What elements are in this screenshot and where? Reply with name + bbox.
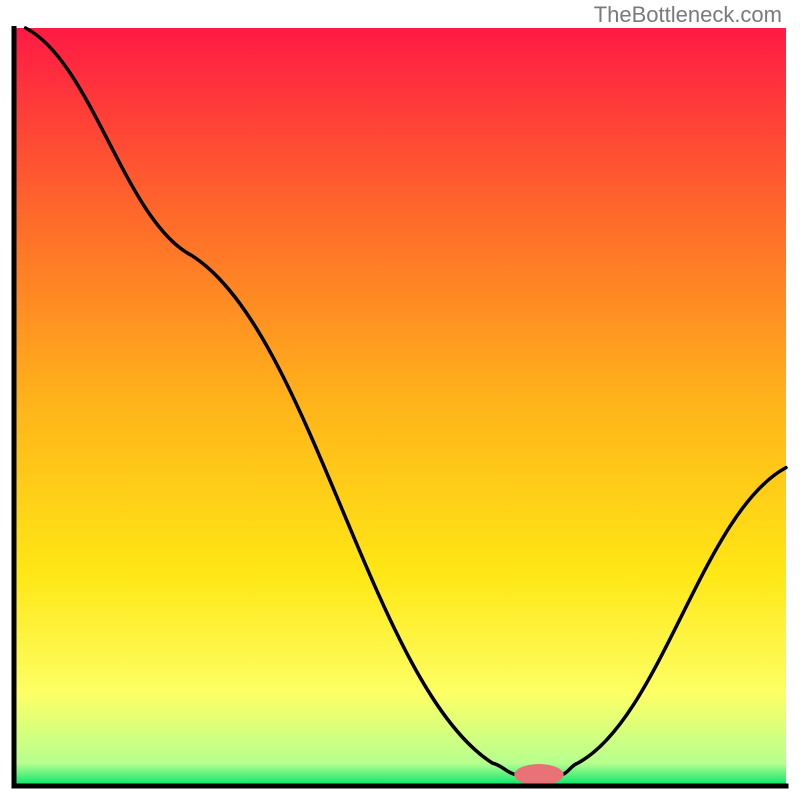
optimal-marker [514, 764, 563, 785]
bottleneck-chart [10, 26, 790, 790]
gradient-background [14, 28, 786, 786]
chart-svg [10, 26, 790, 790]
watermark-text: TheBottleneck.com [594, 2, 782, 28]
